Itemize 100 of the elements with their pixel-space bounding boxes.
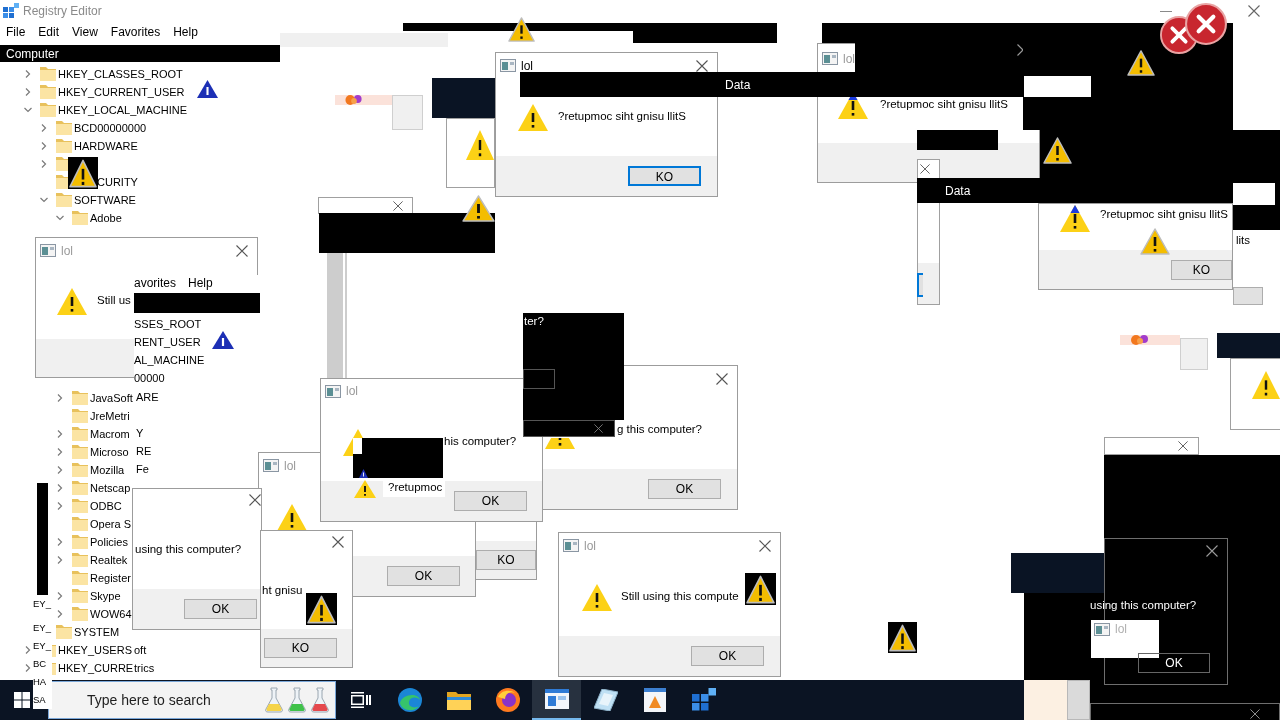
tree-item[interactable]: ODBC: [90, 497, 122, 515]
chevron-right-icon[interactable]: [56, 538, 64, 546]
tree-item[interactable]: EY_: [33, 637, 51, 655]
tree-item[interactable]: SA: [33, 691, 46, 709]
tree-item[interactable]: HKEY_CURRE: [58, 659, 134, 677]
chevron-right-icon[interactable]: [56, 592, 64, 600]
close-icon[interactable]: [249, 494, 261, 506]
tree-item[interactable]: Mozilla: [90, 461, 125, 479]
tree-item[interactable]: oft: [134, 641, 147, 659]
tree-item[interactable]: Macrom: [90, 425, 130, 443]
dialog-button[interactable]: OK: [691, 646, 764, 666]
tree-item[interactable]: WOW64: [90, 605, 132, 623]
chevron-right-icon[interactable]: [24, 70, 32, 78]
tree-item[interactable]: Netscap: [90, 479, 131, 497]
tree-item[interactable]: 00000: [134, 369, 165, 387]
close-icon[interactable]: [332, 536, 344, 548]
dialog-button[interactable]: [917, 273, 923, 297]
dialog-button[interactable]: KO: [628, 166, 701, 186]
tree-item[interactable]: ARE: [136, 388, 159, 406]
windows-logo-icon[interactable]: [14, 692, 30, 708]
tree-item[interactable]: SSES_ROOT: [134, 315, 202, 333]
tree-item[interactable]: HKEY_USERS: [58, 641, 132, 659]
menu-item[interactable]: Help: [173, 23, 198, 41]
chevron-down-icon[interactable]: [40, 196, 48, 204]
taskbar-button[interactable]: [532, 680, 581, 720]
tree-item[interactable]: Microso: [90, 443, 129, 461]
tree-item[interactable]: HA: [33, 673, 47, 691]
tree-item[interactable]: SYSTEM: [74, 623, 120, 641]
address-bar[interactable]: Computer: [0, 45, 280, 62]
dialog-button[interactable]: OK: [184, 599, 257, 619]
chevron-right-icon[interactable]: [40, 160, 48, 168]
menu-item[interactable]: File: [6, 23, 26, 41]
close-icon[interactable]: [594, 424, 603, 433]
chevron-right-icon[interactable]: [56, 466, 64, 474]
dialog-button[interactable]: OK: [1138, 653, 1210, 673]
chevron-right-icon[interactable]: [40, 124, 48, 132]
warning-icon: [888, 622, 917, 653]
dialog-button[interactable]: KO: [476, 550, 536, 570]
tree-item[interactable]: HKEY_CURRENT_USER: [58, 83, 185, 101]
scrollbar[interactable]: [327, 253, 343, 378]
dialog-button[interactable]: KO: [1171, 259, 1232, 280]
tree-item[interactable]: HKEY_CLASSES_ROOT: [58, 65, 183, 83]
tree-item[interactable]: HKEY_LOCAL_MACHINE: [58, 101, 187, 119]
tree-item[interactable]: RENT_USER: [134, 333, 201, 351]
chevron-right-icon[interactable]: [56, 502, 64, 510]
tree-item[interactable]: BC: [33, 655, 47, 673]
tree-item[interactable]: Opera S: [90, 515, 131, 533]
dialog-button[interactable]: KO: [264, 638, 337, 658]
close-icon[interactable]: [236, 244, 248, 257]
chevron-right-icon[interactable]: [56, 610, 64, 618]
tree-item[interactable]: BCD00000000: [74, 119, 147, 137]
chevron-down-icon[interactable]: [56, 214, 64, 222]
tree-item[interactable]: JreMetri: [90, 407, 130, 425]
minimize-icon[interactable]: [1160, 10, 1172, 12]
close-icon[interactable]: [759, 539, 771, 552]
tree-item[interactable]: Fe: [136, 460, 149, 478]
menu-item[interactable]: avorites: [134, 273, 177, 292]
chevron-right-icon[interactable]: [56, 556, 64, 564]
close-icon[interactable]: [1248, 5, 1260, 17]
tree-item[interactable]: HARDWARE: [74, 137, 138, 155]
chevron-right-icon[interactable]: [56, 394, 64, 402]
dialog-button[interactable]: OK: [387, 566, 460, 586]
close-icon[interactable]: [696, 59, 708, 72]
dialog-button[interactable]: [1233, 287, 1263, 305]
close-icon[interactable]: [716, 372, 728, 385]
close-icon[interactable]: [920, 164, 930, 174]
menu-item[interactable]: Help: [188, 273, 213, 292]
dialog-button[interactable]: OK: [454, 491, 527, 511]
menu-item[interactable]: Edit: [38, 23, 60, 41]
tree-item[interactable]: RE: [136, 442, 152, 460]
chevron-right-icon[interactable]: [56, 430, 64, 438]
dialog-button[interactable]: OK: [648, 479, 721, 499]
tree-item[interactable]: JavaSoft: [90, 389, 133, 407]
close-icon[interactable]: [393, 201, 403, 211]
tree-item[interactable]: trics: [134, 659, 155, 677]
tree-item[interactable]: SOFTWARE: [74, 191, 136, 209]
close-icon[interactable]: [1206, 545, 1218, 557]
tree-item[interactable]: AL_MACHINE: [134, 351, 205, 369]
tree-item[interactable]: Realtek: [90, 551, 128, 569]
tree-item[interactable]: Register: [90, 569, 131, 587]
chevron-right-icon[interactable]: [24, 646, 32, 654]
menu-item[interactable]: View: [72, 23, 98, 41]
window-icon: [544, 689, 569, 709]
chevron-right-icon[interactable]: [40, 142, 48, 150]
chevron-right-icon[interactable]: [56, 448, 64, 456]
close-icon[interactable]: [1178, 441, 1188, 451]
close-icon[interactable]: [1250, 709, 1260, 719]
menu-item[interactable]: Favorites: [110, 23, 161, 41]
chevron-right-icon[interactable]: [24, 88, 32, 96]
chevron-right-icon[interactable]: [24, 664, 32, 672]
tree-item[interactable]: CURITY: [97, 173, 138, 191]
search-field[interactable]: Type here to search: [48, 681, 336, 719]
chevron-right-icon[interactable]: [56, 484, 64, 492]
chevron-down-icon[interactable]: [24, 106, 32, 114]
tree-item[interactable]: Policies: [90, 533, 128, 551]
tree-item[interactable]: Y: [136, 424, 144, 442]
tree-item[interactable]: EY_: [33, 595, 51, 613]
tree-item[interactable]: Adobe: [90, 209, 122, 227]
tree-item[interactable]: Skype: [90, 587, 121, 605]
tree-item[interactable]: EY_: [33, 619, 51, 637]
